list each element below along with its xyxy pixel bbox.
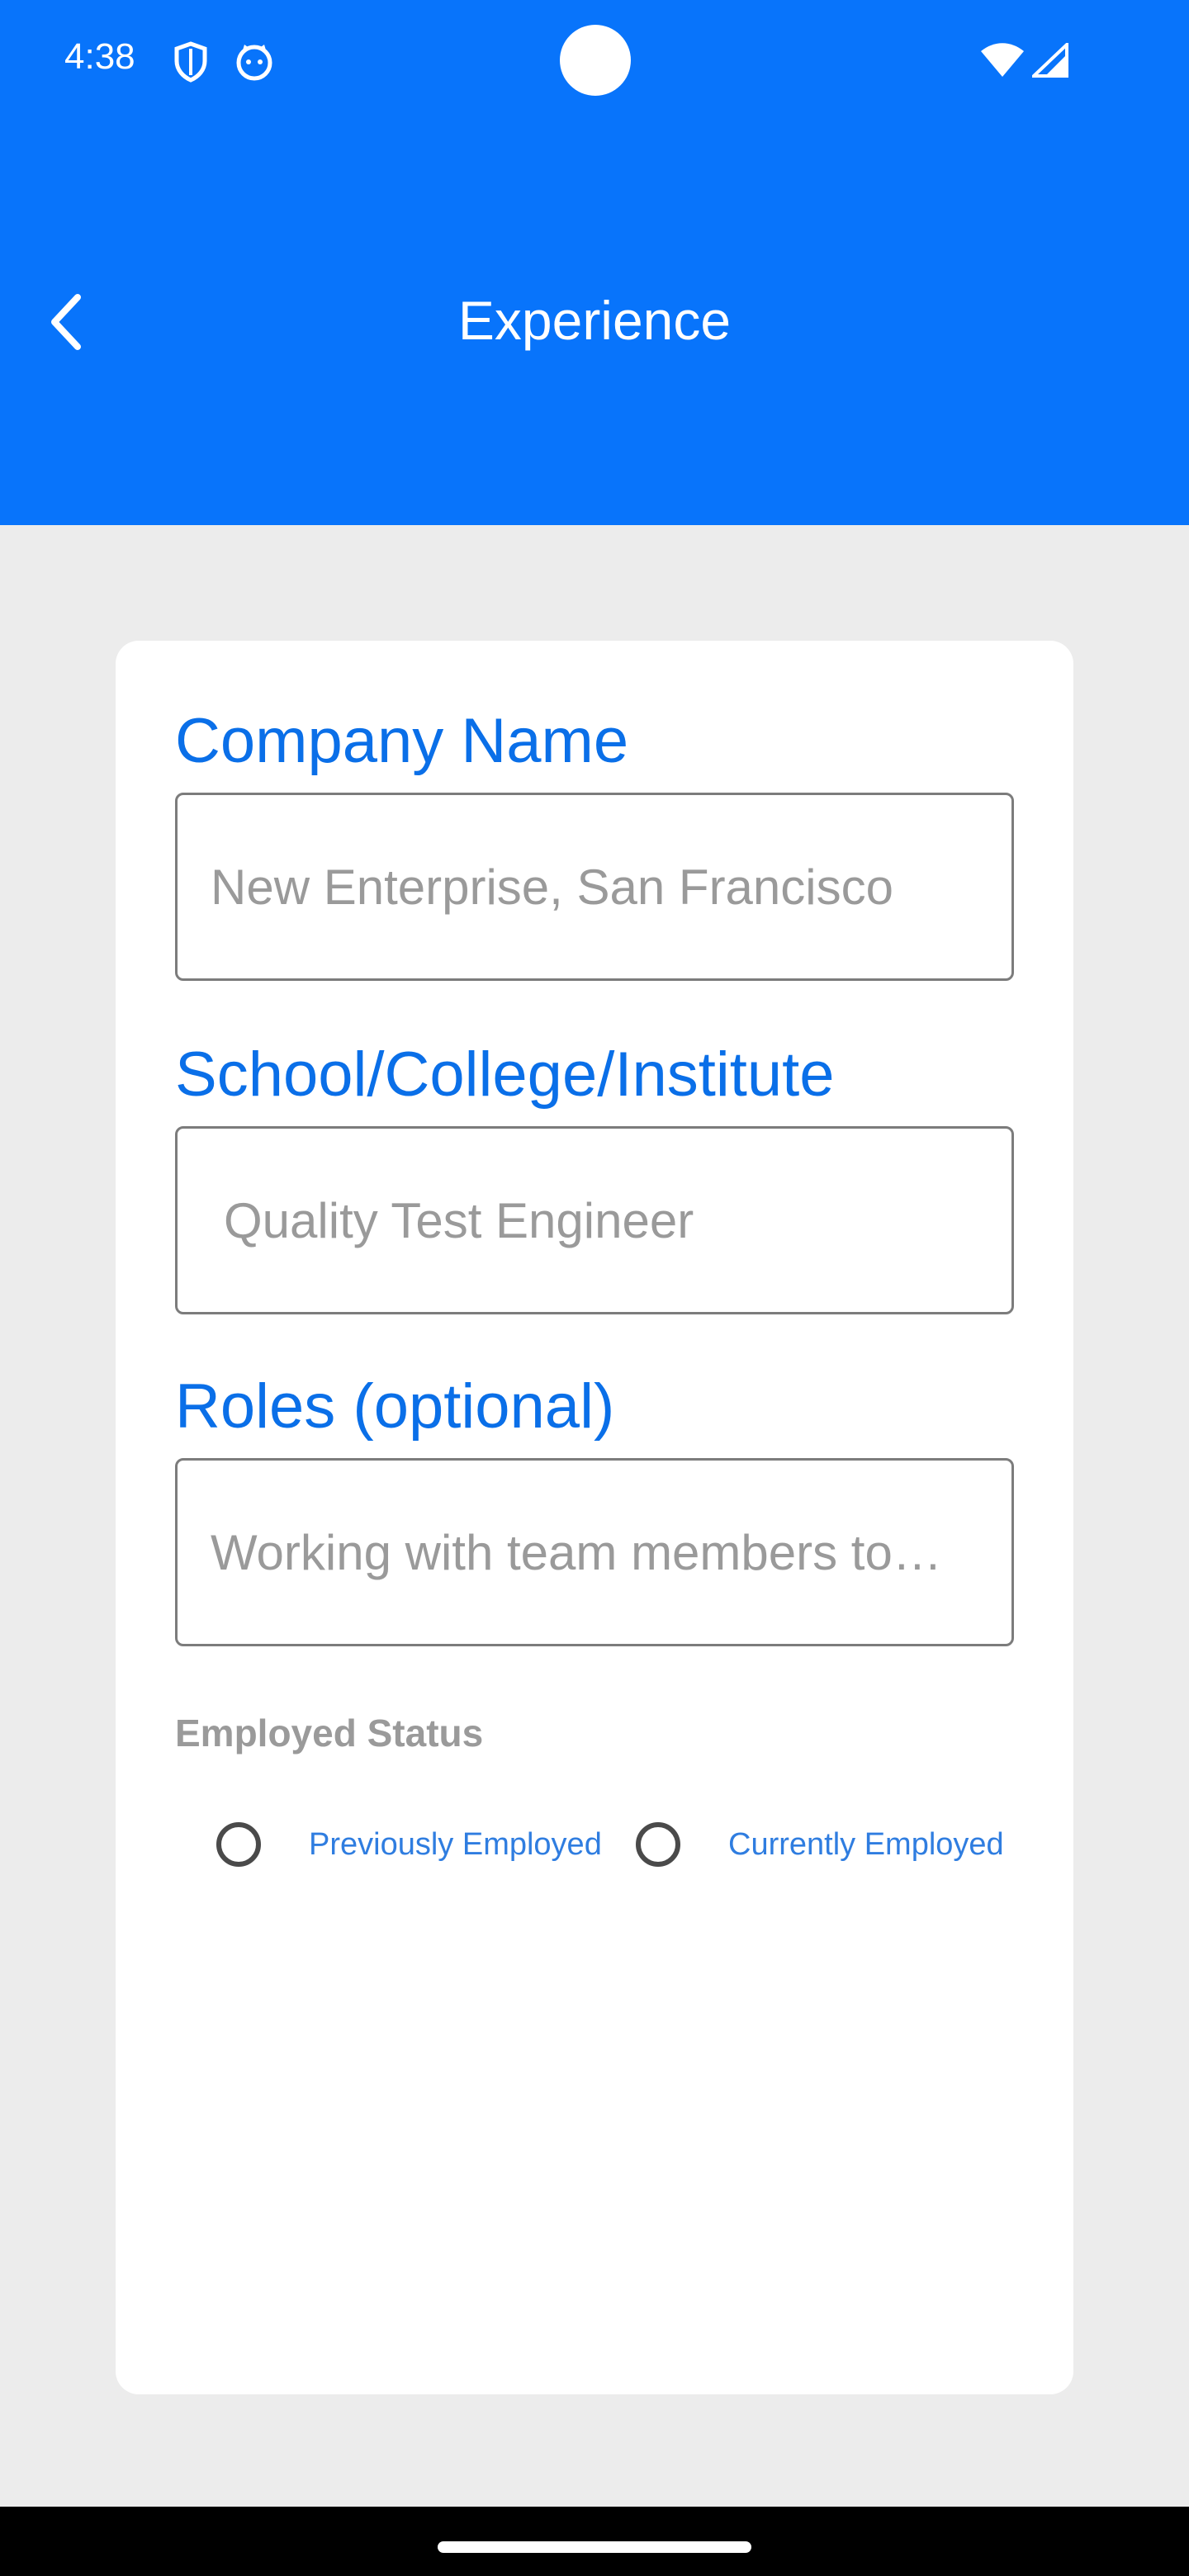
cell-signal-icon (1032, 43, 1068, 78)
radio-circle-icon[interactable] (636, 1822, 680, 1867)
school-label: School/College/Institute (175, 1039, 835, 1110)
radio-currently-employed[interactable]: Currently Employed (636, 1811, 1004, 1878)
experience-form-card: Company Name School/College/Institute Ro… (116, 641, 1073, 2394)
app-bar: 4:38 Experience (0, 0, 1189, 525)
page-title: Experience (457, 290, 732, 351)
radio-circle-icon[interactable] (216, 1822, 261, 1867)
radio-label[interactable]: Previously Employed (309, 1827, 602, 1863)
shield-icon (174, 41, 207, 83)
company-name-label: Company Name (175, 706, 629, 776)
status-time: 4:38 (64, 36, 135, 77)
camera-cutout (560, 25, 631, 96)
roles-input[interactable] (211, 1523, 1003, 1581)
roles-label: Roles (optional) (175, 1371, 615, 1442)
cat-face-icon (236, 45, 272, 81)
radio-label[interactable]: Currently Employed (728, 1827, 1004, 1863)
school-input[interactable] (224, 1191, 1011, 1249)
school-field-box (175, 1126, 1014, 1314)
home-indicator[interactable] (438, 2541, 751, 2553)
employed-status-heading: Employed Status (175, 1712, 484, 1754)
wifi-icon (981, 43, 1024, 77)
roles-field-box (175, 1458, 1014, 1646)
radio-previously-employed[interactable]: Previously Employed (216, 1811, 602, 1878)
company-name-field-box (175, 793, 1014, 981)
company-name-input[interactable] (211, 858, 1003, 916)
